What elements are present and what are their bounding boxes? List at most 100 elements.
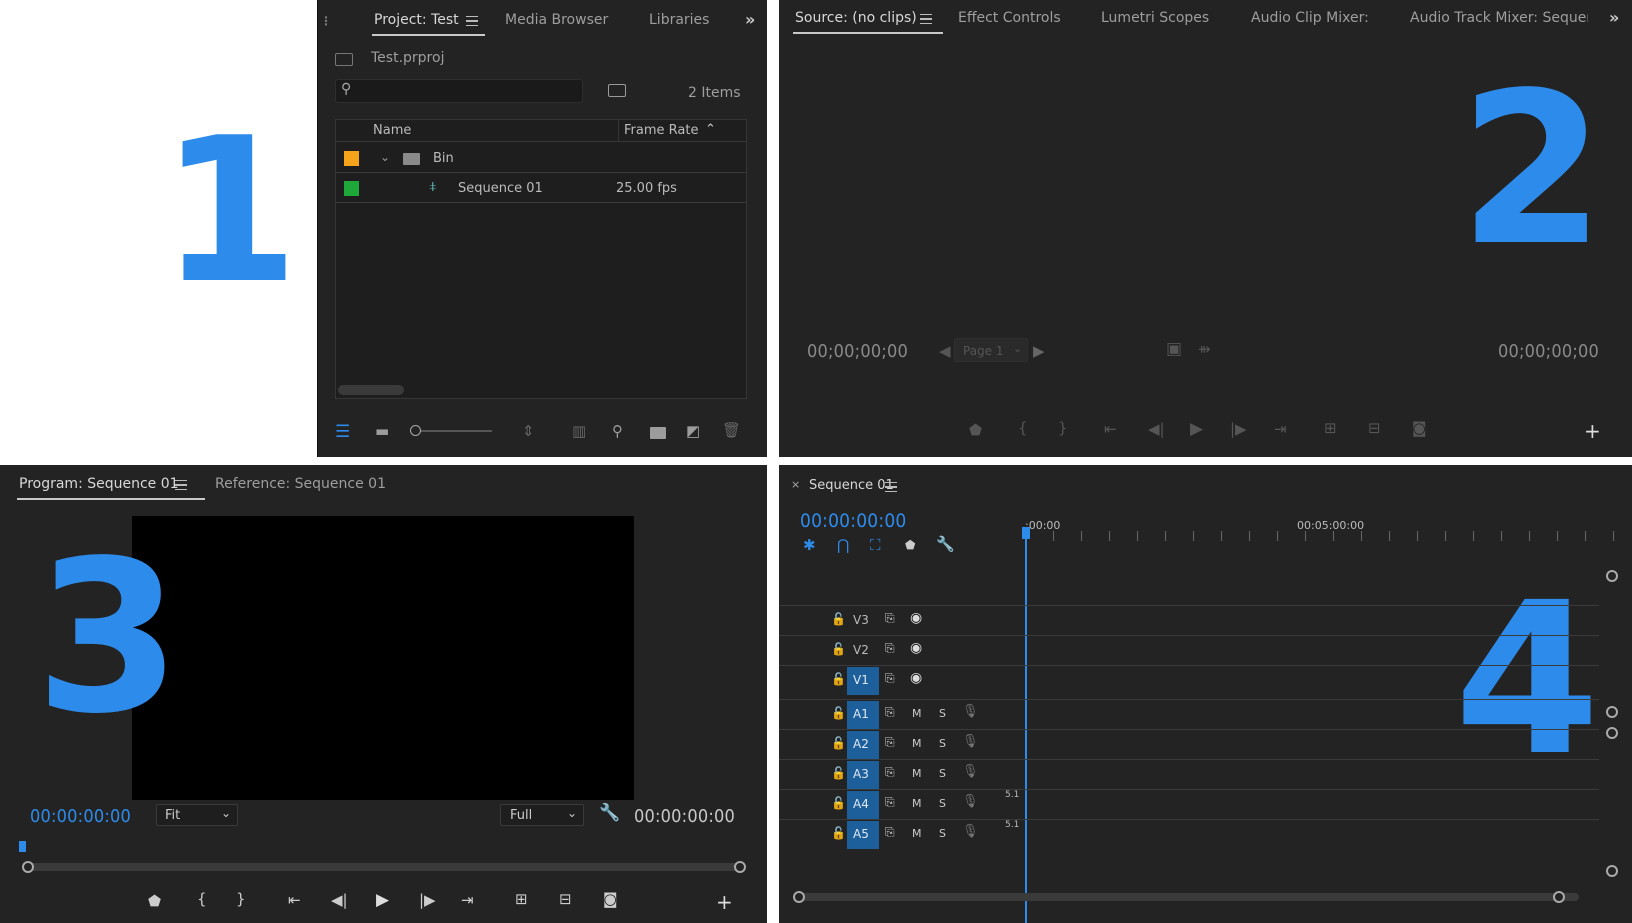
go-to-out-icon[interactable]: ⇥: [461, 893, 474, 908]
mute-button[interactable]: M: [912, 827, 922, 840]
mark-in-icon[interactable]: {: [1018, 421, 1028, 436]
go-to-out-icon[interactable]: ⇥: [1274, 422, 1287, 437]
lift-icon[interactable]: ⊞: [515, 892, 528, 907]
sync-lock-icon[interactable]: ⎘: [885, 825, 895, 840]
mute-button[interactable]: M: [912, 737, 922, 750]
microphone-icon[interactable]: 🎙: [962, 734, 979, 749]
microphone-icon[interactable]: 🎙: [962, 764, 979, 779]
tab-audio-clip-mixer[interactable]: Audio Clip Mixer:: [1251, 10, 1369, 26]
overwrite-icon[interactable]: ⊟: [1368, 421, 1381, 436]
list-item[interactable]: ⌄ Bin: [336, 143, 746, 173]
tab-effect-controls[interactable]: Effect Controls: [958, 10, 1061, 26]
tab-project[interactable]: Project: Test: [372, 12, 485, 36]
time-ruler[interactable]: :00:00 00:05:00:00: [1025, 505, 1625, 547]
mark-out-icon[interactable]: }: [236, 892, 246, 907]
tab-lumetri-scopes[interactable]: Lumetri Scopes: [1101, 10, 1209, 26]
drag-audio-icon[interactable]: ⇻: [1198, 342, 1211, 357]
eye-icon[interactable]: ◉: [910, 670, 922, 686]
vertical-scroll-handle[interactable]: [1606, 865, 1618, 877]
sync-lock-icon[interactable]: ⎘: [885, 641, 895, 656]
microphone-icon[interactable]: 🎙: [962, 704, 979, 719]
audio-track-row[interactable]: 🔓 A4 ⎘ M S 🎙 5.1: [779, 789, 1599, 819]
step-forward-icon[interactable]: |▶: [1230, 422, 1247, 437]
solo-button[interactable]: S: [939, 737, 946, 750]
playhead-handle[interactable]: [1022, 527, 1030, 539]
eye-icon[interactable]: ◉: [910, 610, 922, 626]
next-page-icon[interactable]: ▶: [1033, 344, 1045, 359]
step-back-icon[interactable]: ◀|: [331, 893, 348, 908]
snap-icon[interactable]: ⋂: [837, 538, 849, 553]
solo-button[interactable]: S: [939, 707, 946, 720]
tab-sequence[interactable]: Sequence 01: [809, 478, 894, 493]
video-track-row[interactable]: 🔓 V2 ⎘ ◉: [779, 635, 1599, 665]
horizontal-scrollbar[interactable]: [338, 385, 404, 395]
lock-icon[interactable]: 🔓: [831, 672, 846, 686]
sync-lock-icon[interactable]: ⎘: [885, 795, 895, 810]
sort-icons-icon[interactable]: ⇕: [522, 424, 535, 439]
play-icon[interactable]: ▶: [1190, 421, 1203, 438]
vertical-scroll-handle[interactable]: [1606, 727, 1618, 739]
audio-track-row[interactable]: 🔓 A2 ⎘ M S 🎙: [779, 729, 1599, 759]
mark-in-icon[interactable]: {: [197, 892, 207, 907]
tab-source[interactable]: Source: (no clips): [793, 10, 943, 34]
sort-up-icon[interactable]: ⌃: [705, 123, 716, 136]
close-icon[interactable]: ×: [791, 479, 800, 490]
find-icon[interactable]: ⚲: [612, 424, 623, 439]
export-frame-icon[interactable]: ◙: [1412, 421, 1427, 436]
solo-button[interactable]: S: [939, 827, 946, 840]
chevron-down-icon[interactable]: ⌄: [380, 151, 390, 163]
overflow-tabs-icon[interactable]: »: [1609, 8, 1619, 27]
icon-view-icon[interactable]: ▬: [375, 424, 389, 439]
button-editor-icon[interactable]: +: [716, 892, 733, 912]
search-input[interactable]: [335, 79, 583, 103]
export-frame-icon[interactable]: ◙: [603, 892, 618, 907]
tab-audio-track-mixer[interactable]: Audio Track Mixer: Sequenc: [1410, 10, 1588, 26]
microphone-icon[interactable]: 🎙: [962, 824, 979, 839]
tab-libraries[interactable]: Libraries: [649, 12, 709, 28]
scrubber-start-handle[interactable]: [22, 861, 34, 873]
tab-reference[interactable]: Reference: Sequence 01: [215, 476, 386, 492]
video-track-row[interactable]: 🔓 V3 ⎘ ◉: [779, 605, 1599, 635]
audio-track-row[interactable]: 🔓 A5 ⎘ M S 🎙 5.1: [779, 819, 1599, 849]
source-menu-icon[interactable]: [920, 14, 932, 24]
new-item-icon[interactable]: ◩: [686, 424, 700, 439]
insert-icon[interactable]: ⊞: [1324, 421, 1337, 436]
video-track-row[interactable]: 🔓 V1 ⎘ ◉: [779, 665, 1599, 695]
tab-media-browser[interactable]: Media Browser: [505, 12, 608, 28]
vertical-scroll-handle[interactable]: [1606, 706, 1618, 718]
scrubber-end-handle[interactable]: [734, 861, 746, 873]
program-video-viewer[interactable]: [132, 516, 634, 800]
linked-selection-icon[interactable]: ⛶: [870, 538, 881, 553]
zoom-slider-knob[interactable]: [410, 425, 421, 436]
play-icon[interactable]: ▶: [376, 892, 389, 909]
eye-icon[interactable]: ◉: [910, 640, 922, 656]
button-editor-icon[interactable]: +: [1584, 421, 1601, 441]
playback-scrubber[interactable]: [28, 863, 740, 871]
lock-icon[interactable]: 🔓: [831, 736, 846, 750]
add-marker-icon[interactable]: ⬟: [148, 894, 161, 909]
list-item[interactable]: ⧧ Sequence 01 25.00 fps: [336, 173, 746, 203]
lock-icon[interactable]: 🔓: [831, 826, 846, 840]
step-forward-icon[interactable]: |▶: [419, 893, 436, 908]
overflow-tabs-icon[interactable]: »: [745, 10, 755, 29]
tab-program[interactable]: Program: Sequence 01: [17, 476, 205, 500]
add-marker-icon[interactable]: ⬟: [905, 539, 915, 551]
playhead-marker[interactable]: [19, 841, 26, 852]
settings-wrench-icon[interactable]: 🔧: [936, 537, 955, 552]
timeline-horizontal-scrollbar[interactable]: [799, 893, 1579, 901]
zoom-select[interactable]: Fit ⌄: [156, 804, 238, 826]
mute-button[interactable]: M: [912, 707, 922, 720]
resolution-select[interactable]: Full ⌄: [500, 804, 584, 826]
column-frame-rate[interactable]: Frame Rate: [624, 123, 698, 138]
new-search-bin-icon[interactable]: [608, 84, 626, 97]
timeline-timecode[interactable]: 00:00:00:00: [800, 510, 906, 532]
automate-to-sequence-icon[interactable]: ▥: [572, 424, 586, 439]
lock-icon[interactable]: 🔓: [831, 796, 846, 810]
sequence-menu-icon[interactable]: [885, 482, 897, 492]
label-color-swatch[interactable]: [344, 151, 359, 166]
prev-page-icon[interactable]: ◀: [939, 344, 951, 359]
mute-button[interactable]: M: [912, 767, 922, 780]
mute-button[interactable]: M: [912, 797, 922, 810]
page-select[interactable]: Page 1 ⌄: [954, 338, 1028, 362]
settings-wrench-icon[interactable]: 🔧: [599, 805, 620, 822]
